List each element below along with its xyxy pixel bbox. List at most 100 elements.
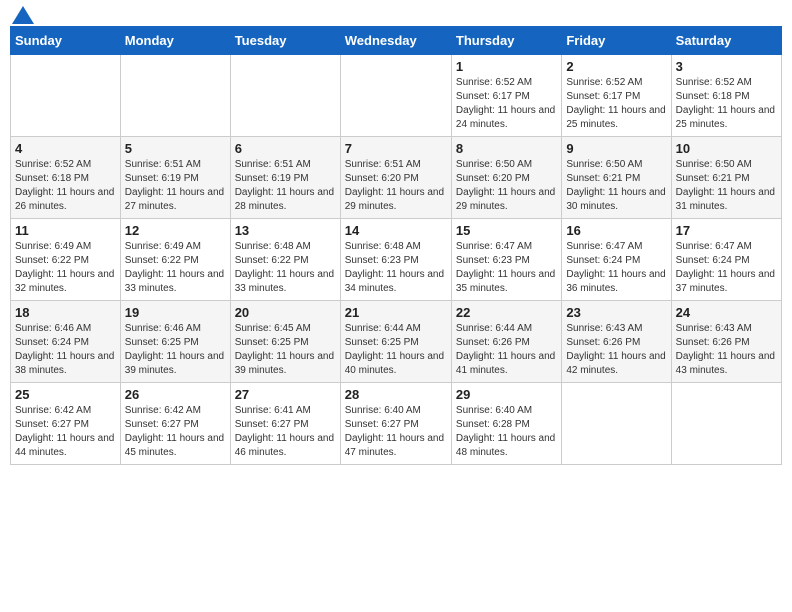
day-number: 7 xyxy=(345,141,447,156)
day-info: Sunrise: 6:41 AM Sunset: 6:27 PM Dayligh… xyxy=(235,404,336,460)
calendar-cell: 12 Sunrise: 6:49 AM Sunset: 6:22 PM Dayli… xyxy=(120,219,230,301)
calendar-cell xyxy=(671,383,781,465)
calendar-cell xyxy=(230,55,340,137)
calendar-cell: 29 Sunrise: 6:40 AM Sunset: 6:28 PM Dayli… xyxy=(451,383,561,465)
day-info: Sunrise: 6:47 AM Sunset: 6:24 PM Dayligh… xyxy=(566,240,666,296)
day-info: Sunrise: 6:42 AM Sunset: 6:27 PM Dayligh… xyxy=(125,404,226,460)
day-number: 26 xyxy=(125,387,226,402)
day-info: Sunrise: 6:51 AM Sunset: 6:19 PM Dayligh… xyxy=(235,158,336,214)
calendar-cell: 24 Sunrise: 6:43 AM Sunset: 6:26 PM Dayli… xyxy=(671,301,781,383)
day-info: Sunrise: 6:49 AM Sunset: 6:22 PM Dayligh… xyxy=(125,240,226,296)
day-number: 15 xyxy=(456,223,557,238)
day-number: 5 xyxy=(125,141,226,156)
calendar-cell: 28 Sunrise: 6:40 AM Sunset: 6:27 PM Dayli… xyxy=(340,383,451,465)
calendar-cell: 17 Sunrise: 6:47 AM Sunset: 6:24 PM Dayli… xyxy=(671,219,781,301)
calendar-cell: 10 Sunrise: 6:50 AM Sunset: 6:21 PM Dayli… xyxy=(671,137,781,219)
calendar-cell: 23 Sunrise: 6:43 AM Sunset: 6:26 PM Dayli… xyxy=(562,301,671,383)
calendar-week-row: 25 Sunrise: 6:42 AM Sunset: 6:27 PM Dayli… xyxy=(11,383,782,465)
day-info: Sunrise: 6:52 AM Sunset: 6:17 PM Dayligh… xyxy=(456,76,557,132)
day-number: 27 xyxy=(235,387,336,402)
day-info: Sunrise: 6:50 AM Sunset: 6:21 PM Dayligh… xyxy=(566,158,666,214)
day-info: Sunrise: 6:52 AM Sunset: 6:18 PM Dayligh… xyxy=(676,76,777,132)
calendar-cell: 27 Sunrise: 6:41 AM Sunset: 6:27 PM Dayli… xyxy=(230,383,340,465)
day-number: 23 xyxy=(566,305,666,320)
calendar-cell: 11 Sunrise: 6:49 AM Sunset: 6:22 PM Dayli… xyxy=(11,219,121,301)
calendar-cell xyxy=(11,55,121,137)
day-info: Sunrise: 6:47 AM Sunset: 6:23 PM Dayligh… xyxy=(456,240,557,296)
day-number: 24 xyxy=(676,305,777,320)
calendar-cell: 16 Sunrise: 6:47 AM Sunset: 6:24 PM Dayli… xyxy=(562,219,671,301)
day-number: 18 xyxy=(15,305,116,320)
day-info: Sunrise: 6:48 AM Sunset: 6:22 PM Dayligh… xyxy=(235,240,336,296)
page-header xyxy=(10,10,782,20)
day-info: Sunrise: 6:52 AM Sunset: 6:18 PM Dayligh… xyxy=(15,158,116,214)
day-number: 14 xyxy=(345,223,447,238)
calendar-cell: 7Sunrise: 6:51 AM Sunset: 6:20 PM Daylig… xyxy=(340,137,451,219)
day-info: Sunrise: 6:43 AM Sunset: 6:26 PM Dayligh… xyxy=(566,322,666,378)
day-number: 25 xyxy=(15,387,116,402)
day-number: 1 xyxy=(456,59,557,74)
day-info: Sunrise: 6:47 AM Sunset: 6:24 PM Dayligh… xyxy=(676,240,777,296)
calendar-cell: 9 Sunrise: 6:50 AM Sunset: 6:21 PM Daylig… xyxy=(562,137,671,219)
logo xyxy=(10,14,34,20)
day-number: 20 xyxy=(235,305,336,320)
calendar-cell: 15 Sunrise: 6:47 AM Sunset: 6:23 PM Dayli… xyxy=(451,219,561,301)
day-number: 9 xyxy=(566,141,666,156)
calendar-cell: 6 Sunrise: 6:51 AM Sunset: 6:19 PM Daylig… xyxy=(230,137,340,219)
calendar-cell: 8Sunrise: 6:50 AM Sunset: 6:20 PM Daylig… xyxy=(451,137,561,219)
day-number: 21 xyxy=(345,305,447,320)
weekday-header: Sunday xyxy=(11,27,121,55)
day-number: 3 xyxy=(676,59,777,74)
calendar-cell: 25 Sunrise: 6:42 AM Sunset: 6:27 PM Dayli… xyxy=(11,383,121,465)
day-number: 19 xyxy=(125,305,226,320)
weekday-header: Saturday xyxy=(671,27,781,55)
calendar-header-row: SundayMondayTuesdayWednesdayThursdayFrid… xyxy=(11,27,782,55)
calendar-cell xyxy=(340,55,451,137)
logo-icon xyxy=(12,6,34,24)
day-info: Sunrise: 6:42 AM Sunset: 6:27 PM Dayligh… xyxy=(15,404,116,460)
day-info: Sunrise: 6:48 AM Sunset: 6:23 PM Dayligh… xyxy=(345,240,447,296)
calendar-week-row: 11 Sunrise: 6:49 AM Sunset: 6:22 PM Dayli… xyxy=(11,219,782,301)
day-number: 28 xyxy=(345,387,447,402)
calendar-week-row: 4 Sunrise: 6:52 AM Sunset: 6:18 PM Daylig… xyxy=(11,137,782,219)
calendar-cell: 4 Sunrise: 6:52 AM Sunset: 6:18 PM Daylig… xyxy=(11,137,121,219)
day-number: 4 xyxy=(15,141,116,156)
day-number: 12 xyxy=(125,223,226,238)
calendar-cell: 2Sunrise: 6:52 AM Sunset: 6:17 PM Daylig… xyxy=(562,55,671,137)
day-info: Sunrise: 6:45 AM Sunset: 6:25 PM Dayligh… xyxy=(235,322,336,378)
day-number: 17 xyxy=(676,223,777,238)
calendar-week-row: 1 Sunrise: 6:52 AM Sunset: 6:17 PM Daylig… xyxy=(11,55,782,137)
day-info: Sunrise: 6:46 AM Sunset: 6:25 PM Dayligh… xyxy=(125,322,226,378)
day-info: Sunrise: 6:49 AM Sunset: 6:22 PM Dayligh… xyxy=(15,240,116,296)
weekday-header: Friday xyxy=(562,27,671,55)
calendar-cell xyxy=(120,55,230,137)
day-info: Sunrise: 6:50 AM Sunset: 6:20 PM Dayligh… xyxy=(456,158,557,214)
calendar-cell: 19 Sunrise: 6:46 AM Sunset: 6:25 PM Dayli… xyxy=(120,301,230,383)
day-info: Sunrise: 6:40 AM Sunset: 6:28 PM Dayligh… xyxy=(456,404,557,460)
day-number: 29 xyxy=(456,387,557,402)
day-info: Sunrise: 6:50 AM Sunset: 6:21 PM Dayligh… xyxy=(676,158,777,214)
weekday-header: Wednesday xyxy=(340,27,451,55)
calendar-cell: 13Sunrise: 6:48 AM Sunset: 6:22 PM Dayli… xyxy=(230,219,340,301)
calendar-cell: 21 Sunrise: 6:44 AM Sunset: 6:25 PM Dayli… xyxy=(340,301,451,383)
day-number: 22 xyxy=(456,305,557,320)
day-number: 6 xyxy=(235,141,336,156)
weekday-header: Thursday xyxy=(451,27,561,55)
calendar-cell: 22 Sunrise: 6:44 AM Sunset: 6:26 PM Dayli… xyxy=(451,301,561,383)
day-info: Sunrise: 6:43 AM Sunset: 6:26 PM Dayligh… xyxy=(676,322,777,378)
calendar-cell: 18Sunrise: 6:46 AM Sunset: 6:24 PM Dayli… xyxy=(11,301,121,383)
day-info: Sunrise: 6:40 AM Sunset: 6:27 PM Dayligh… xyxy=(345,404,447,460)
calendar-cell: 3 Sunrise: 6:52 AM Sunset: 6:18 PM Daylig… xyxy=(671,55,781,137)
calendar-week-row: 18Sunrise: 6:46 AM Sunset: 6:24 PM Dayli… xyxy=(11,301,782,383)
day-info: Sunrise: 6:44 AM Sunset: 6:26 PM Dayligh… xyxy=(456,322,557,378)
weekday-header: Tuesday xyxy=(230,27,340,55)
weekday-header: Monday xyxy=(120,27,230,55)
day-number: 11 xyxy=(15,223,116,238)
day-number: 2 xyxy=(566,59,666,74)
day-info: Sunrise: 6:44 AM Sunset: 6:25 PM Dayligh… xyxy=(345,322,447,378)
calendar-table: SundayMondayTuesdayWednesdayThursdayFrid… xyxy=(10,26,782,465)
day-info: Sunrise: 6:51 AM Sunset: 6:19 PM Dayligh… xyxy=(125,158,226,214)
day-number: 10 xyxy=(676,141,777,156)
calendar-cell: 26 Sunrise: 6:42 AM Sunset: 6:27 PM Dayli… xyxy=(120,383,230,465)
day-number: 16 xyxy=(566,223,666,238)
